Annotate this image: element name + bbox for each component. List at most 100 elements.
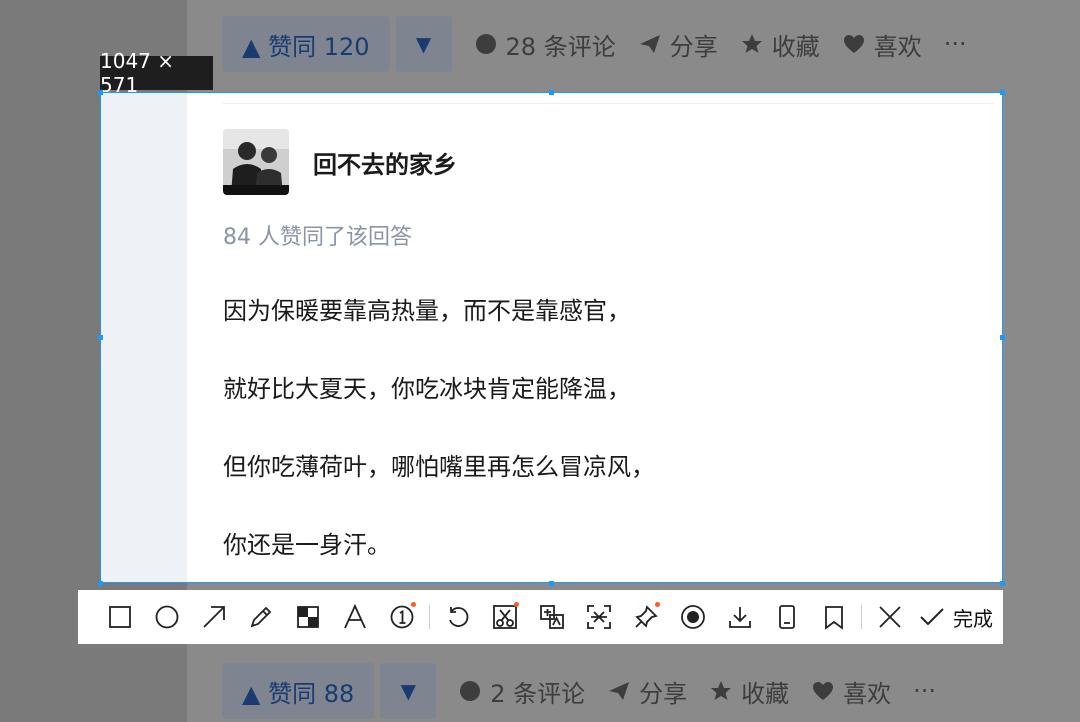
avatar-image xyxy=(223,129,289,195)
toolbar-separator xyxy=(861,605,862,629)
resize-handle[interactable] xyxy=(1000,581,1005,586)
undo-tool[interactable] xyxy=(434,590,481,644)
pencil-icon xyxy=(250,606,271,628)
share-icon xyxy=(609,682,630,700)
like-button[interactable]: 喜欢 xyxy=(842,27,922,62)
check-icon xyxy=(920,608,944,626)
download-icon xyxy=(728,607,751,628)
vote-down-button[interactable]: ▼ xyxy=(395,16,452,72)
arrow-tool[interactable] xyxy=(190,590,237,644)
vote-down-button[interactable]: ▼ xyxy=(380,663,437,719)
ocr-icon xyxy=(586,605,611,629)
toolbar-separator xyxy=(429,605,430,629)
screenshot-selection[interactable]: 回不去的家乡 84 人赞同了该回答 因为保暖要靠高热量，而不是靠感官， 就好比大… xyxy=(100,92,1003,583)
text-tool[interactable] xyxy=(331,590,378,644)
heart-icon xyxy=(843,35,864,53)
more-button[interactable]: ··· xyxy=(944,30,967,58)
vote-up-button[interactable]: ▲ 赞同 88 xyxy=(222,663,375,719)
long-screenshot-icon xyxy=(778,605,795,629)
answer-paragraph: 你还是一身汗。 xyxy=(223,531,391,559)
new-badge xyxy=(411,602,416,607)
answer-card: 回不去的家乡 84 人赞同了该回答 因为保暖要靠高热量，而不是靠感官， 就好比大… xyxy=(187,93,1002,582)
resize-handle[interactable] xyxy=(549,90,554,95)
comment-icon xyxy=(460,681,481,701)
number-icon xyxy=(390,605,413,629)
resize-handle[interactable] xyxy=(98,581,103,586)
comments-button[interactable]: 28 条评论 xyxy=(474,27,616,62)
close-icon xyxy=(878,606,901,628)
bookmark-icon xyxy=(824,606,843,630)
like-button[interactable]: 喜欢 xyxy=(811,674,891,709)
translate-tool[interactable] xyxy=(528,590,575,644)
resize-handle[interactable] xyxy=(549,581,554,586)
vote-up-button[interactable]: ▲ 赞同 120 xyxy=(222,16,390,72)
star-icon xyxy=(741,34,762,53)
record-tool[interactable] xyxy=(669,590,716,644)
vote-down-label: ▼ xyxy=(400,679,416,703)
author-row: 回不去的家乡 xyxy=(223,129,457,195)
answer-paragraph: 就好比大夏天，你吃冰块肯定能降温， xyxy=(223,375,631,403)
share-button[interactable]: 分享 xyxy=(607,674,687,709)
comments-button[interactable]: 2 条评论 xyxy=(458,674,585,709)
vote-down-label: ▼ xyxy=(415,32,432,56)
heart-icon xyxy=(813,682,834,700)
share-icon xyxy=(639,35,660,53)
long-screenshot-tool[interactable] xyxy=(763,590,810,644)
vote-up-label: ▲ 赞同 88 xyxy=(242,679,355,708)
favorite-button[interactable]: 收藏 xyxy=(740,27,820,62)
answer-paragraph: 但你吃薄荷叶，哪怕嘴里再怎么冒凉风， xyxy=(223,453,655,481)
ocr-tool[interactable] xyxy=(575,590,622,644)
more-button[interactable]: ··· xyxy=(913,677,936,705)
download-tool[interactable] xyxy=(716,590,763,644)
pin-tool[interactable] xyxy=(622,590,669,644)
comments-label: 2 条评论 xyxy=(490,679,586,708)
mosaic-tool[interactable] xyxy=(284,590,331,644)
divider xyxy=(223,103,994,104)
comment-icon xyxy=(475,34,496,54)
favorite-button[interactable]: 收藏 xyxy=(709,674,789,709)
resize-handle[interactable] xyxy=(1000,90,1005,95)
number-tool[interactable] xyxy=(378,590,425,644)
new-badge xyxy=(514,602,519,607)
new-badge xyxy=(655,602,660,607)
like-label: 喜欢 xyxy=(843,679,892,708)
resize-handle[interactable] xyxy=(1000,335,1005,340)
pencil-tool[interactable] xyxy=(237,590,284,644)
star-icon xyxy=(711,681,732,700)
rectangle-tool[interactable] xyxy=(96,590,143,644)
favorite-label: 收藏 xyxy=(771,32,820,61)
avatar[interactable] xyxy=(223,129,289,195)
rectangle-icon xyxy=(108,606,131,628)
ellipse-tool[interactable] xyxy=(143,590,190,644)
done-button[interactable]: 完成 xyxy=(919,603,993,632)
bookmark-tool[interactable] xyxy=(810,590,857,644)
cut-icon xyxy=(492,605,517,629)
resize-handle[interactable] xyxy=(98,90,103,95)
more-label: ··· xyxy=(943,30,967,58)
vote-up-label: ▲ 赞同 120 xyxy=(242,32,370,61)
comments-label: 28 条评论 xyxy=(505,32,616,61)
arrow-icon xyxy=(202,606,225,628)
bottom-action-bar: ▲ 赞同 88 ▼ 2 条评论 分享 收藏 喜欢 ··· xyxy=(222,663,936,719)
selection-size-label: 1047 × 571 xyxy=(100,49,213,97)
text-icon xyxy=(343,604,366,629)
record-icon xyxy=(680,605,705,629)
like-label: 喜欢 xyxy=(873,32,922,61)
mosaic-icon xyxy=(296,606,319,628)
done-label: 完成 xyxy=(953,606,993,631)
close-button[interactable] xyxy=(866,590,913,644)
resize-handle[interactable] xyxy=(98,335,103,340)
cut-tool[interactable] xyxy=(481,590,528,644)
translate-icon xyxy=(539,605,564,629)
share-button[interactable]: 分享 xyxy=(638,27,718,62)
favorite-label: 收藏 xyxy=(741,679,790,708)
screenshot-toolbar: 完成 xyxy=(78,590,1003,644)
author-name[interactable]: 回不去的家乡 xyxy=(313,145,457,180)
ellipse-icon xyxy=(155,605,178,629)
share-label: 分享 xyxy=(639,679,688,708)
pin-icon xyxy=(634,605,658,628)
top-action-bar: ▲ 赞同 120 ▼ 28 条评论 分享 收藏 喜欢 ··· xyxy=(222,16,967,72)
answer-paragraph: 因为保暖要靠高热量，而不是靠感官， xyxy=(223,297,631,325)
upvote-count-note: 84 人赞同了该回答 xyxy=(223,225,412,250)
share-label: 分享 xyxy=(669,32,718,61)
